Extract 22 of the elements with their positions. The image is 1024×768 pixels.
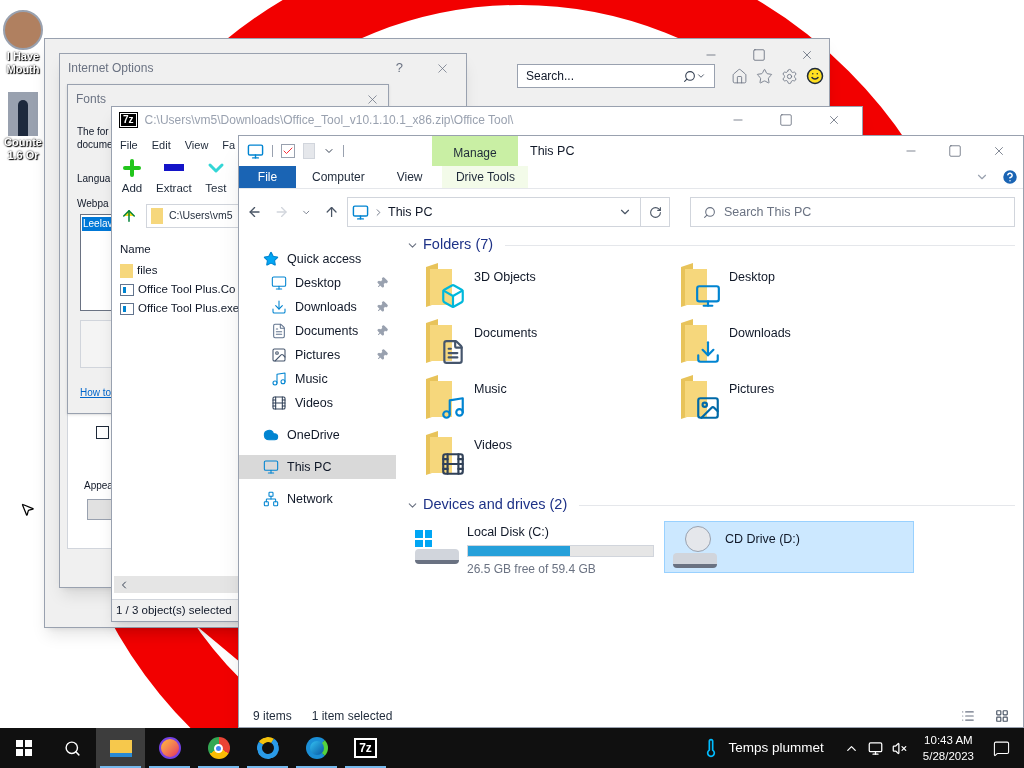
context-tab-header: Manage xyxy=(432,136,518,166)
shortcut-label: Counte xyxy=(4,136,42,149)
description-text: docume xyxy=(77,138,113,151)
shortcut-label: I Have xyxy=(6,50,40,63)
drive-name: CD Drive (D:) xyxy=(725,531,800,548)
dialog-title: Internet Options xyxy=(68,60,154,77)
field-label: Langua xyxy=(77,172,112,186)
drive-free-space: 26.5 GB free of 59.4 GB xyxy=(467,560,596,578)
address-text: This PC xyxy=(388,203,434,221)
window-title: This PC xyxy=(530,142,575,160)
status-text: 9 items xyxy=(253,708,292,725)
dialog-title: Fonts xyxy=(76,91,106,108)
drive-name: Local Disk (C:) xyxy=(467,524,549,541)
shortcut-label: Mouth xyxy=(6,63,40,76)
app-logo: 7z xyxy=(120,113,137,127)
window-title: C:\Users\vm5\Downloads\Office_Tool_v10.1.10.1_x86.zip\Office Tool\ xyxy=(144,112,514,129)
status-text: 1 / 3 object(s) selected xyxy=(116,602,232,618)
app-logo: 7z xyxy=(354,738,377,758)
description-text: The for xyxy=(77,125,110,138)
field-label: Webpa xyxy=(77,197,110,211)
shortcut-label: 1.6 Or xyxy=(7,149,39,162)
status-text: 1 item selected xyxy=(311,708,393,725)
